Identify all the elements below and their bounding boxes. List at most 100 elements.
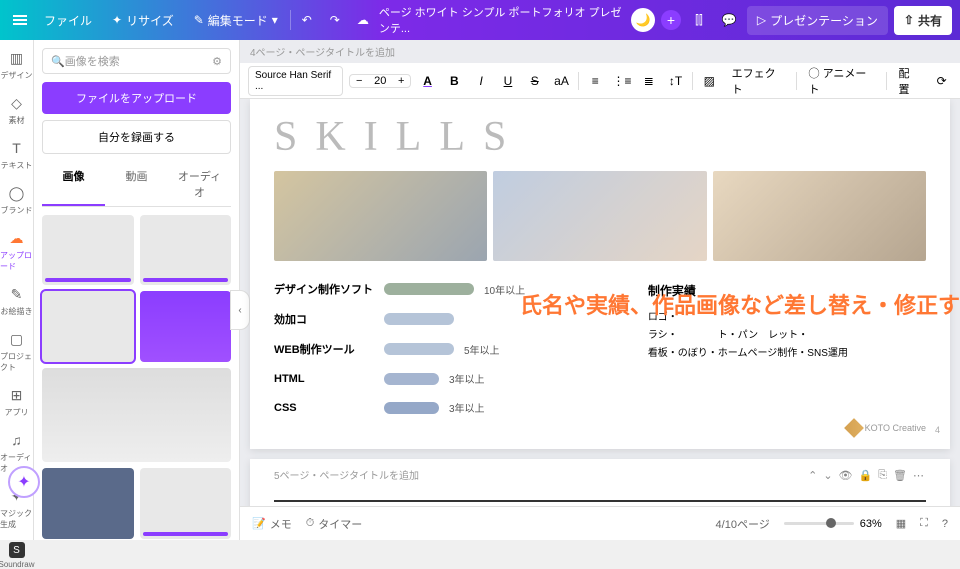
skill-label[interactable]: WEB制作ツール xyxy=(274,341,374,357)
tab-video[interactable]: 動画 xyxy=(105,162,168,206)
skill-bar[interactable] xyxy=(384,343,454,355)
animate-button[interactable]: ◯ アニメート xyxy=(803,62,880,100)
sidebar-project[interactable]: ▢プロジェクト xyxy=(0,329,33,373)
skill-label[interactable]: CSS xyxy=(274,402,374,414)
effects-button[interactable]: エフェクト xyxy=(726,62,790,100)
asset-thumb[interactable] xyxy=(42,291,134,361)
edit-mode-menu[interactable]: ✎ 編集モード ▾ xyxy=(186,8,286,33)
results-line[interactable]: ラシ・ ト・パン レット・ xyxy=(648,327,926,345)
analytics-icon[interactable]: ⫿⫿ xyxy=(687,8,711,32)
asset-thumb[interactable] xyxy=(42,368,231,463)
bold-button[interactable]: B xyxy=(444,70,465,92)
zoom-value[interactable]: 63% xyxy=(860,518,882,530)
zoom-slider[interactable] xyxy=(784,522,854,525)
sidebar-design[interactable]: ▥デザイン xyxy=(1,48,33,81)
sidebar-upload[interactable]: ☁アップロード xyxy=(0,228,33,272)
search-input[interactable]: 🔍 画像を検索⚙ xyxy=(42,48,231,74)
skill-bar[interactable] xyxy=(384,283,474,295)
magic-fab-button[interactable]: ✦ xyxy=(8,466,40,498)
grid-view-icon[interactable]: ▦ xyxy=(896,517,906,530)
hide-icon[interactable]: 👁 xyxy=(837,467,855,484)
record-self-button[interactable]: 自分を録画する xyxy=(42,120,231,154)
page5-label[interactable]: 5ページ・ページタイトルを追加 xyxy=(274,467,419,484)
asset-thumb[interactable] xyxy=(140,215,232,285)
redo-icon[interactable]: ↷ xyxy=(323,8,347,32)
file-menu[interactable]: ファイル xyxy=(36,8,100,33)
align-button[interactable]: ≡ xyxy=(585,70,606,92)
sidebar-apps[interactable]: ⊞アプリ xyxy=(5,385,29,418)
avatar[interactable]: 🌙 xyxy=(631,8,655,32)
skills-heading[interactable]: SKILLS xyxy=(274,113,926,161)
lock-icon[interactable]: 🔒 xyxy=(857,467,875,484)
position-button[interactable]: 配置 xyxy=(893,62,926,100)
notes-button[interactable]: 📝 メモ xyxy=(252,516,292,532)
timer-button[interactable]: ⏱ タイマー xyxy=(306,516,363,532)
font-size-input[interactable] xyxy=(368,75,392,87)
skill-label[interactable]: HTML xyxy=(274,373,374,385)
present-button[interactable]: ▷ プレゼンテーション xyxy=(747,6,888,35)
duplicate-icon[interactable]: ⎘ xyxy=(876,467,889,484)
sidebar-elements[interactable]: ◇素材 xyxy=(7,93,27,126)
asset-thumb[interactable] xyxy=(140,291,232,361)
font-select[interactable]: Source Han Serif ... xyxy=(248,66,343,96)
font-size-plus[interactable]: + xyxy=(392,75,410,87)
draw-icon: ✎ xyxy=(7,284,27,304)
cloud-sync-icon[interactable]: ☁ xyxy=(351,8,375,32)
resize-menu[interactable]: ✦ リサイズ xyxy=(104,8,182,33)
asset-thumb[interactable] xyxy=(42,468,134,538)
share-label: 共有 xyxy=(918,12,942,29)
hamburger-menu[interactable] xyxy=(8,8,32,32)
fullscreen-icon[interactable]: ⛶ xyxy=(920,517,928,530)
skill-bar[interactable] xyxy=(384,373,439,385)
skill-exp[interactable]: 5年以上 xyxy=(464,342,500,357)
spacing-button[interactable]: ↕T xyxy=(665,70,686,92)
move-up-icon[interactable]: ⌃ xyxy=(806,467,819,484)
underline-button[interactable]: U xyxy=(498,70,519,92)
folder-icon: ▢ xyxy=(7,329,27,349)
tab-images[interactable]: 画像 xyxy=(42,162,105,206)
help-icon[interactable]: ? xyxy=(942,518,948,530)
sidebar-soundraw[interactable]: SSoundraw xyxy=(0,542,35,569)
apps-icon: ⊞ xyxy=(7,385,27,405)
edit-label: 編集モード xyxy=(208,12,268,29)
skill-label[interactable]: デザイン制作ソフト xyxy=(274,281,374,297)
text-color-button[interactable]: A xyxy=(417,70,438,92)
tab-audio[interactable]: オーディオ xyxy=(168,162,231,206)
font-size-minus[interactable]: − xyxy=(350,75,368,87)
sidebar-brand[interactable]: ◯ブランド xyxy=(1,183,33,216)
page-count[interactable]: 4/10ページ xyxy=(716,516,770,532)
skill-bar[interactable] xyxy=(384,402,439,414)
skill-bar[interactable] xyxy=(384,313,454,325)
sidebar-draw[interactable]: ✎お絵描き xyxy=(1,284,33,317)
upload-file-button[interactable]: ファイルをアップロード xyxy=(42,82,231,114)
add-member-button[interactable]: + xyxy=(661,10,681,30)
skill-image-2[interactable] xyxy=(493,171,706,261)
delete-icon[interactable]: 🗑 xyxy=(891,467,909,484)
slide-4[interactable]: SKILLS デザイン制作ソフト 10年以上 効加コ WEB制作ツール 5年以上 H… xyxy=(250,99,950,449)
results-line[interactable]: 看板・のぼり・ホームページ制作・SNS運用 xyxy=(648,345,926,363)
skill-exp[interactable]: 10年以上 xyxy=(484,282,525,297)
more-icon[interactable]: ⋯ xyxy=(911,467,926,484)
numbered-list-button[interactable]: ≣ xyxy=(638,70,659,92)
slide-5[interactable]: 5ページ・ページタイトルを追加 ⌃ ⌄ 👁 🔒 ⎘ 🗑 ⋯ xyxy=(250,459,950,506)
italic-button[interactable]: I xyxy=(471,70,492,92)
copy-style-button[interactable]: ⟳ xyxy=(931,70,952,92)
share-button[interactable]: ⇧ 共有 xyxy=(894,6,952,35)
comment-icon[interactable]: 💬 xyxy=(717,8,741,32)
case-button[interactable]: aA xyxy=(551,70,572,92)
asset-thumb[interactable] xyxy=(42,215,134,285)
asset-thumb[interactable] xyxy=(140,468,232,538)
strikethrough-button[interactable]: S xyxy=(524,70,545,92)
doc-title[interactable]: ページ ホワイト シンプル ポートフォリオ プレゼンテ... xyxy=(379,4,627,36)
skill-exp[interactable]: 3年以上 xyxy=(449,371,485,386)
skill-label[interactable]: 効加コ xyxy=(274,311,374,327)
move-down-icon[interactable]: ⌄ xyxy=(821,467,834,484)
list-button[interactable]: ⋮≡ xyxy=(612,70,633,92)
transparency-button[interactable]: ▨ xyxy=(699,70,720,92)
skill-image-3[interactable] xyxy=(713,171,926,261)
skill-exp[interactable]: 3年以上 xyxy=(449,400,485,415)
sidebar-text[interactable]: Tテキスト xyxy=(1,138,33,171)
undo-icon[interactable]: ↶ xyxy=(295,8,319,32)
font-size-control[interactable]: − + xyxy=(349,74,411,88)
skill-image-1[interactable] xyxy=(274,171,487,261)
